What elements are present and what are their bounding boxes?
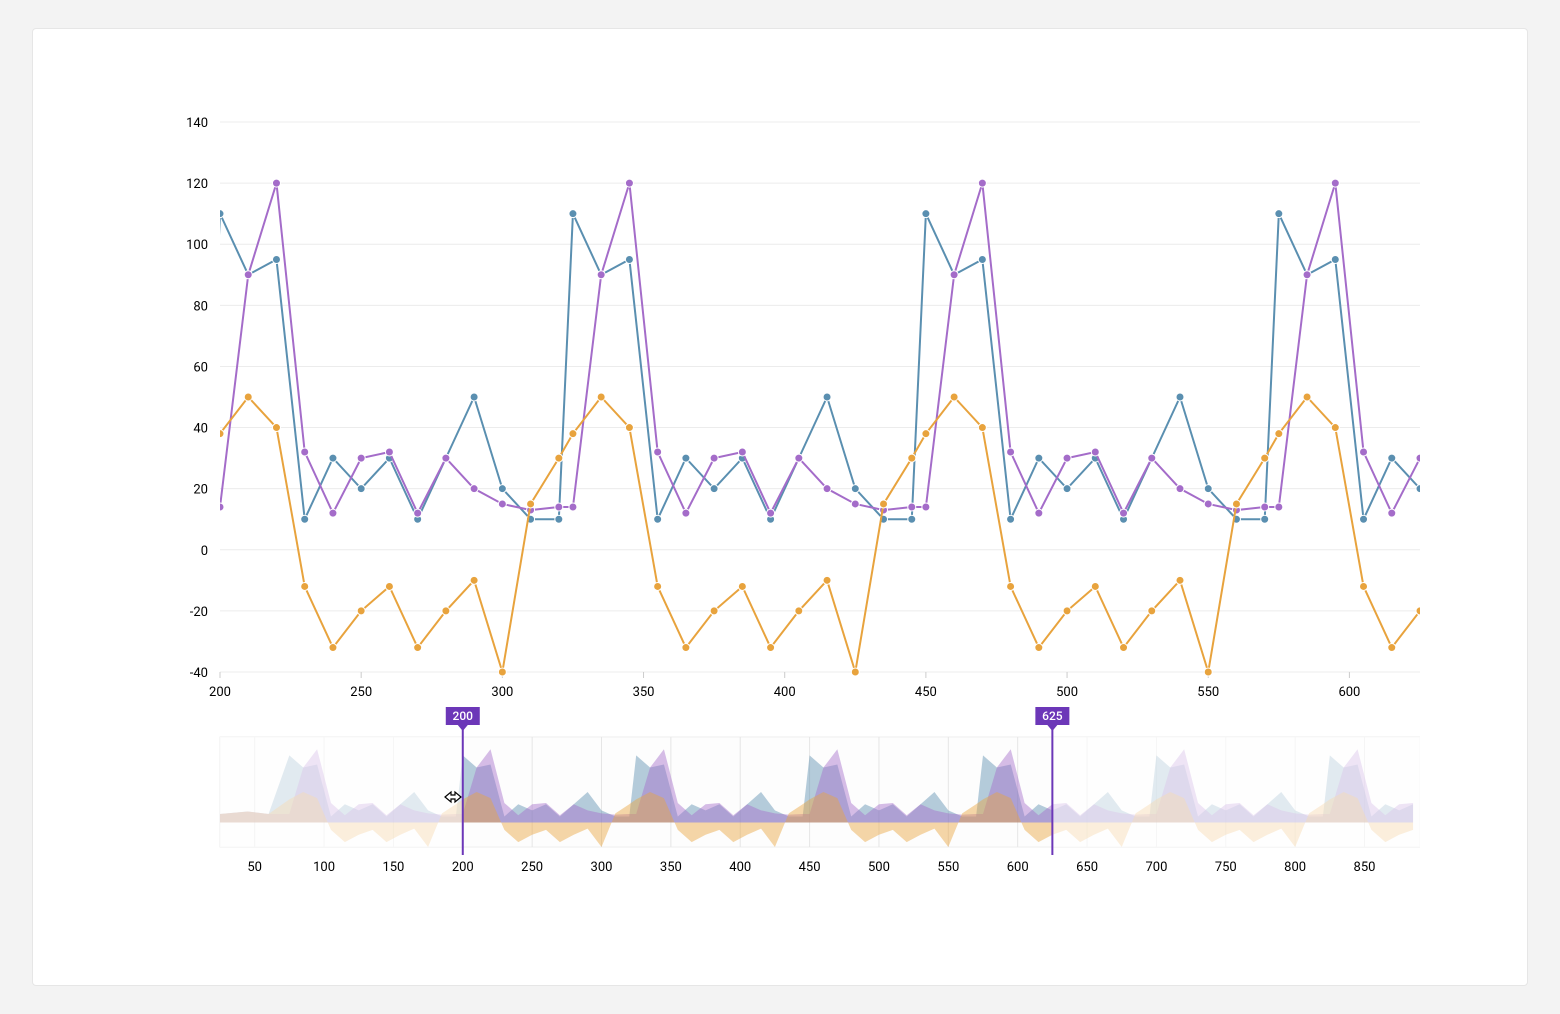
x-tick-label: 200 [209, 685, 231, 700]
x-tick-label: 550 [1197, 685, 1219, 700]
point-orange [202, 454, 210, 462]
brush-x-tick-label: 700 [1145, 860, 1167, 875]
y-tick-label: 20 [193, 483, 208, 498]
brush-x-tick-label: 250 [521, 860, 543, 875]
brush-x-tick-label: 200 [452, 860, 474, 875]
point-blue [174, 515, 182, 523]
main-plot-area[interactable] [220, 122, 1420, 672]
x-tick-label: 400 [774, 685, 796, 700]
brush-shade-left [220, 737, 463, 847]
x-tick-label: 600 [1338, 685, 1360, 700]
x-tick-label: 450 [915, 685, 937, 700]
y-tick-label: 40 [193, 422, 208, 437]
y-tick-label: 0 [201, 544, 208, 559]
y-tick-label: 100 [186, 238, 208, 253]
brush-x-tick-label: 600 [1007, 860, 1029, 875]
x-tick-label: 250 [350, 685, 372, 700]
point-orange [174, 500, 182, 508]
point-blue [202, 515, 210, 523]
brush-x-tick-label: 150 [382, 860, 404, 875]
chart-inner: -40 -20 0 20 40 60 80 100 120 140 200 250 300 350 400 4… [140, 97, 1420, 917]
brush-x-tick-label: 750 [1215, 860, 1237, 875]
brush-window[interactable] [463, 737, 1053, 847]
brush-x-tick-label: 450 [799, 860, 821, 875]
y-tick-label: 140 [186, 116, 208, 131]
y-tick-label: 120 [186, 177, 208, 192]
x-tick-label: 350 [633, 685, 655, 700]
brush-shade-right [1052, 737, 1420, 847]
brush-x-tick-label: 500 [868, 860, 890, 875]
brush-x-tick-label: 800 [1284, 860, 1306, 875]
brush-x-tick-label: 550 [937, 860, 959, 875]
brush-handle-left[interactable] [458, 717, 468, 857]
brush-x-tick-label: 100 [313, 860, 335, 875]
x-tick-label: 300 [491, 685, 513, 700]
brush-x-tick-label: 350 [660, 860, 682, 875]
x-tick-label: 500 [1056, 685, 1078, 700]
brush-x-tick-label: 400 [729, 860, 751, 875]
y-tick-label: -40 [190, 666, 208, 681]
y-tick-label: -20 [190, 605, 208, 620]
brush-x-tick-label: 850 [1354, 860, 1376, 875]
chart-frame: -40 -20 0 20 40 60 80 100 120 140 200 250 300 350 400 4… [32, 28, 1528, 986]
brush-x-tick-label: 50 [247, 860, 262, 875]
brush-x-tick-label: 650 [1076, 860, 1098, 875]
point-purple [174, 506, 182, 514]
y-tick-label: 60 [193, 360, 208, 375]
y-tick-label: 80 [193, 299, 208, 314]
brush-x-tick-label: 300 [591, 860, 613, 875]
point-purple [202, 503, 210, 511]
brush-handle-right[interactable] [1047, 717, 1057, 857]
